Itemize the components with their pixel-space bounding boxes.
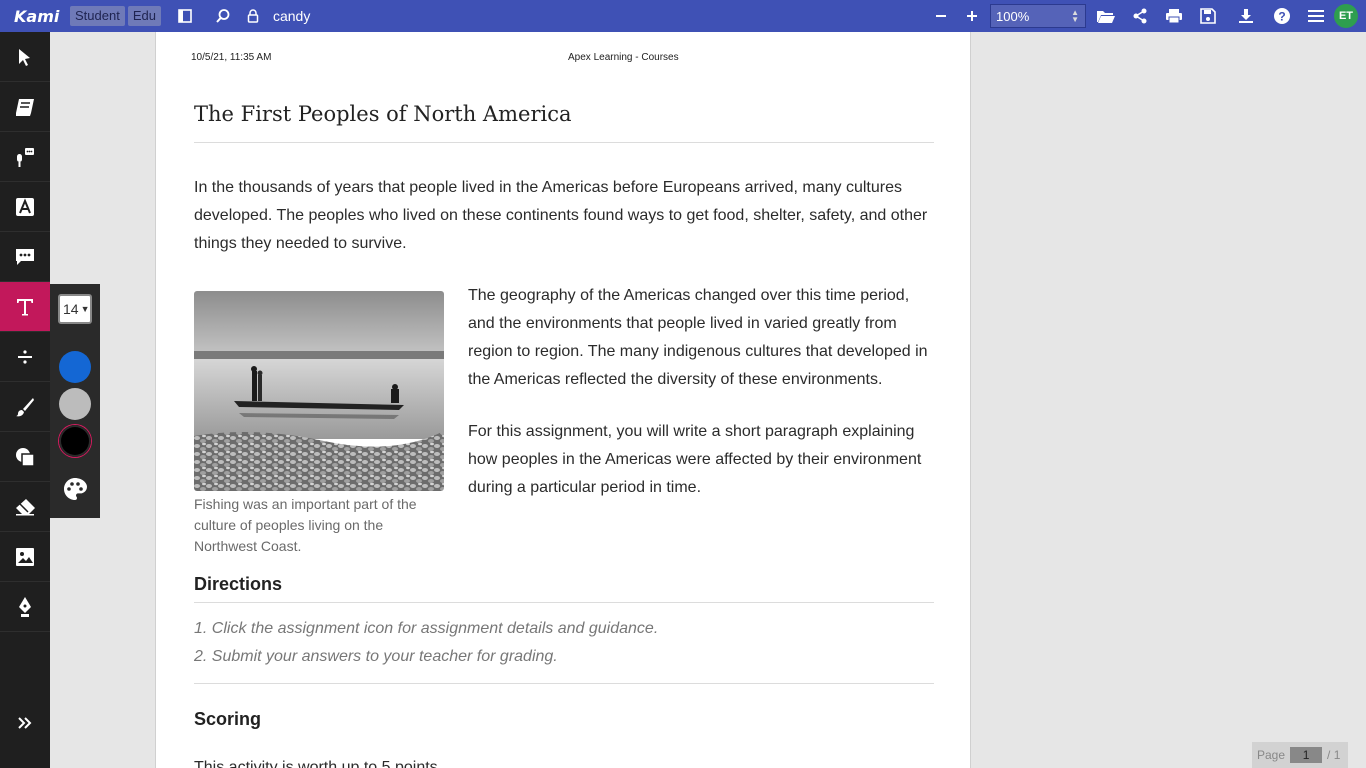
print-header-title: Apex Learning - Courses [568,52,679,63]
signature-tool[interactable] [0,582,50,632]
scoring-heading: Scoring [194,709,262,729]
scoring-text: This activity is worth up to 5 points. [194,759,443,768]
document-name[interactable]: candy [273,8,310,24]
zoom-out-icon[interactable] [929,4,953,28]
page-title: The First Peoples of North America [194,102,572,126]
color-swatch-black[interactable] [59,425,91,457]
text-line: during a particular period in time. [468,479,702,496]
text-line: and the environments that people lived i… [468,315,897,332]
share-icon[interactable] [1128,4,1152,28]
menu-icon[interactable] [1304,4,1328,28]
reading-tool[interactable] [0,82,50,132]
palette-icon[interactable] [62,476,88,507]
caret-down-icon: ▼ [80,304,90,314]
text-options-panel: 14 ▼ [50,284,100,518]
zoom-in-icon[interactable] [960,4,984,28]
text-line: For this assignment, you will write a sh… [468,423,915,440]
image-icon [16,547,34,566]
image-tool[interactable] [0,532,50,582]
svg-text:?: ? [1278,10,1285,24]
caption-line: Fishing was an important part of the [194,496,417,512]
text-line: The geography of the Americas changed ov… [468,287,910,304]
select-tool[interactable] [0,32,50,82]
directions-heading: Directions [194,574,283,594]
comment-tool[interactable] [0,232,50,282]
color-swatch-blue[interactable] [59,351,91,383]
kami-logo: Kami [14,6,60,26]
book-icon [16,98,34,116]
top-bar: Kami Student Edu candy 100% ▲ ▼ ? ET [0,0,1366,32]
eraser-tool[interactable] [0,482,50,532]
equation-tool[interactable] [0,332,50,382]
caption-line: Northwest Coast. [194,538,302,554]
search-icon[interactable] [211,4,235,28]
edu-badge: Edu [127,6,161,26]
text-line: the Americas reflected the diversity of … [468,371,883,388]
comment-icon [16,248,34,265]
page-label: Page [1257,748,1286,762]
text-tool[interactable] [0,282,50,332]
geography-paragraph: The geography of the Americas changed ov… [468,282,948,394]
select-arrows-icon: ▲ ▼ [1071,8,1079,24]
highlight-text-icon [16,197,34,216]
text-line: region to region. The many indigenous cu… [468,343,928,360]
folder-open-icon[interactable] [1094,4,1118,28]
font-size-value: 14 [63,301,79,317]
print-icon[interactable] [1162,4,1186,28]
text-line: In the thousands of years that people li… [194,179,902,196]
page-number-input[interactable]: 1 [1290,747,1323,763]
photo-caption: Fishing was an important part of the cul… [194,494,444,557]
brush-icon [16,397,34,416]
microphone-comment-icon [17,147,34,167]
eraser-icon [16,498,35,515]
print-date: 10/5/21, 11:35 AM [191,52,272,63]
divider [194,142,934,143]
text-line: developed. The peoples who lived on thes… [194,207,928,224]
page-total: / 1 [1327,748,1341,762]
lock-icon [241,4,265,28]
tool-sidebar [0,32,50,768]
fishing-canoe-photo [194,291,444,491]
text-line: how peoples in the Americas were affecte… [468,451,922,468]
voice-tool[interactable] [0,132,50,182]
download-icon[interactable] [1234,4,1258,28]
zoom-select[interactable]: 100% ▲ ▼ [990,4,1086,28]
drawing-tool[interactable] [0,382,50,432]
sidebar-toggle-icon[interactable] [173,4,197,28]
markup-tool[interactable] [0,182,50,232]
student-badge: Student [70,6,125,26]
divider [194,683,934,684]
color-swatch-gray[interactable] [59,388,91,420]
document-page: 10/5/21, 11:35 AM Apex Learning - Course… [155,32,971,768]
divider [194,602,934,603]
cursor-icon [19,48,30,66]
shapes-tool[interactable] [0,432,50,482]
page-indicator: Page 1 / 1 [1252,742,1348,768]
zoom-value: 100% [996,8,1030,24]
intro-paragraph: In the thousands of years that people li… [194,174,954,258]
help-icon[interactable]: ? [1270,4,1294,28]
text-t-icon [17,298,33,315]
pen-nib-icon [19,596,31,617]
expand-toolbar-button[interactable] [0,698,50,748]
user-avatar[interactable]: ET [1334,4,1358,28]
font-size-select[interactable]: 14 ▼ [58,294,92,324]
chevrons-right-icon [18,717,32,729]
save-icon[interactable] [1196,4,1220,28]
directions-item: 2. Submit your answers to your teacher f… [194,648,558,665]
shapes-icon [16,447,35,467]
assignment-paragraph: For this assignment, you will write a sh… [468,418,948,502]
text-line: things they needed to survive. [194,235,407,252]
divide-icon [18,349,32,364]
caption-line: culture of peoples living on the [194,517,384,533]
directions-item: 1. Click the assignment icon for assignm… [194,620,659,637]
